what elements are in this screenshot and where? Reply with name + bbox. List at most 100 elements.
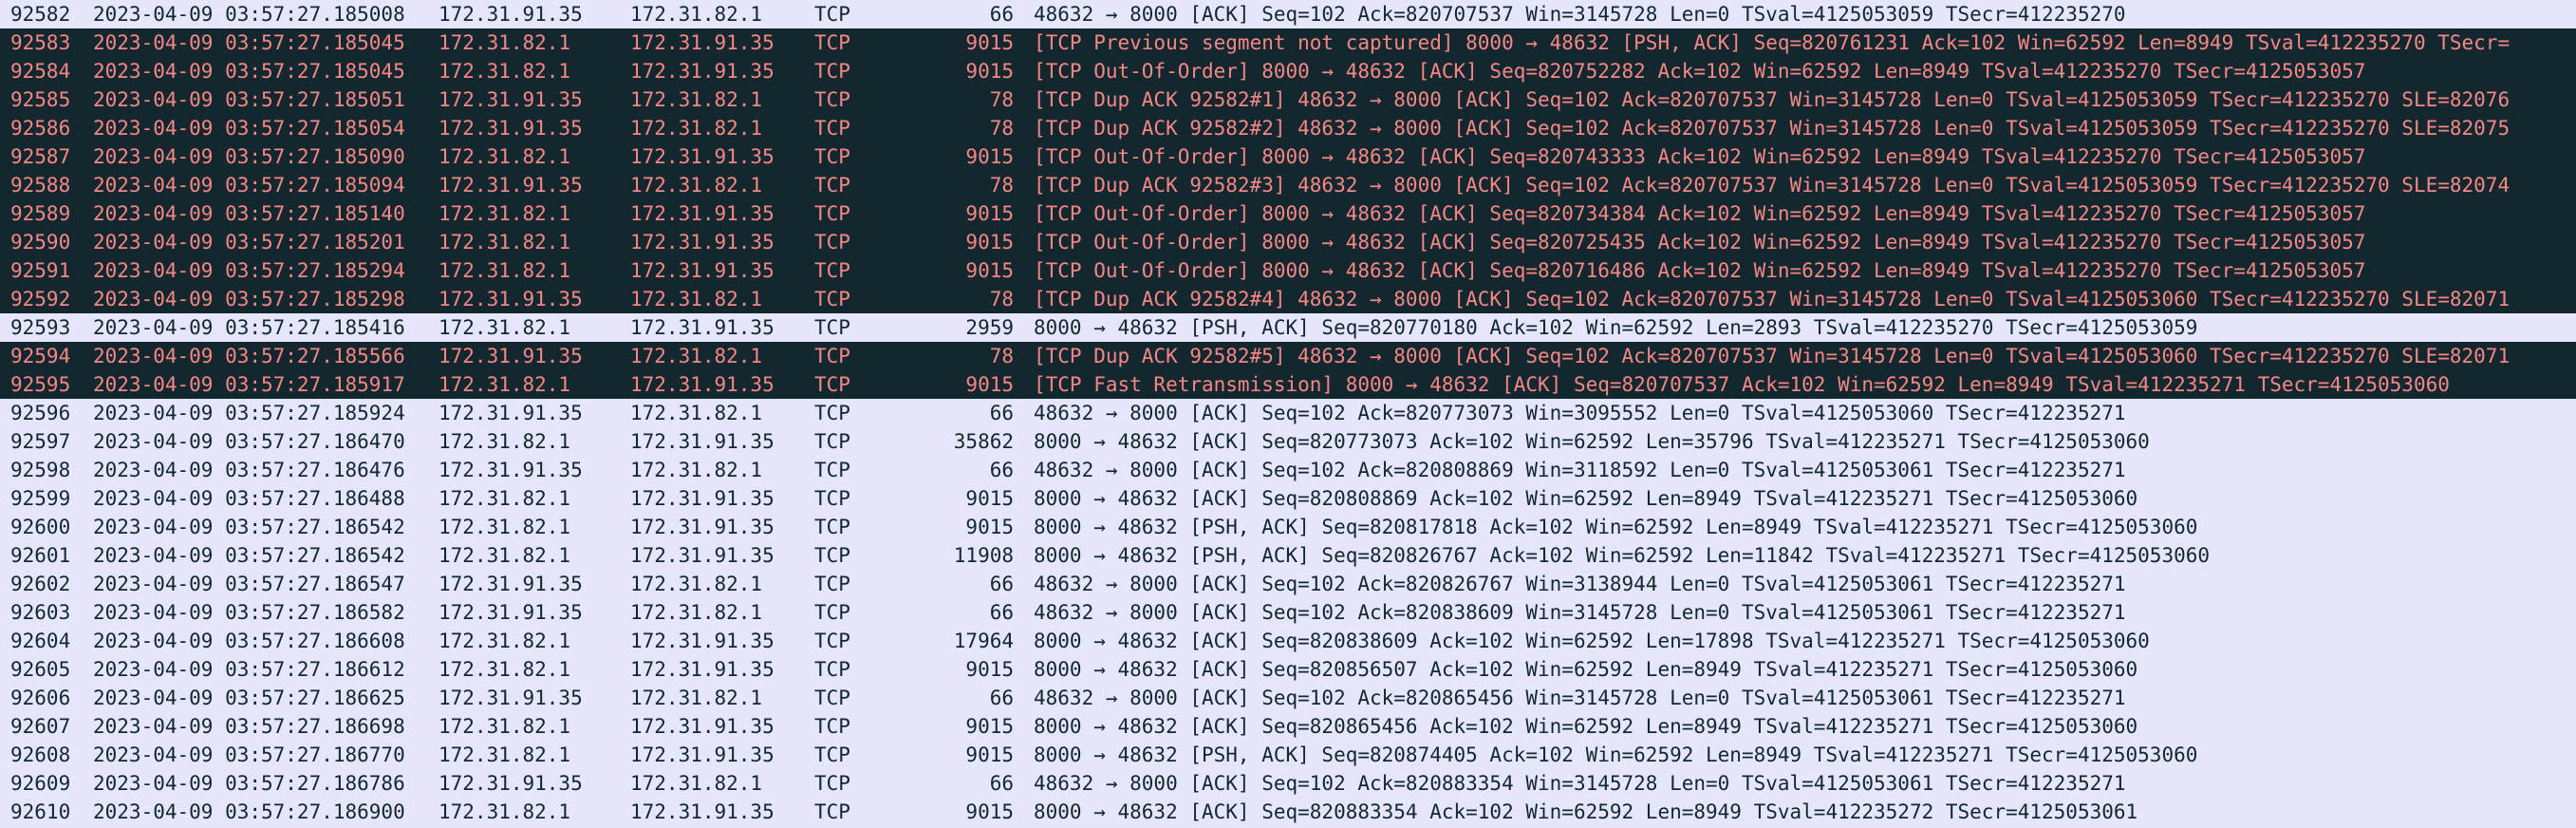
packet-number: 92597 xyxy=(10,430,71,453)
packet-row[interactable]: 92599 2023-04-09 03:57:27.186488 172.31.… xyxy=(0,484,2576,513)
packet-time: 2023-04-09 03:57:27.185416 xyxy=(93,316,405,339)
packet-number: 92608 xyxy=(10,743,71,766)
packet-time: 2023-04-09 03:57:27.185566 xyxy=(93,345,405,367)
packet-protocol: TCP xyxy=(814,288,850,310)
packet-row[interactable]: 92605 2023-04-09 03:57:27.186612 172.31.… xyxy=(0,655,2576,684)
packet-info: 8000 → 48632 [PSH, ACK] Seq=820817818 Ac… xyxy=(1034,516,2198,538)
packet-time: 2023-04-09 03:57:27.185051 xyxy=(93,88,405,111)
packet-row[interactable]: 92600 2023-04-09 03:57:27.186542 172.31.… xyxy=(0,513,2576,541)
packet-row[interactable]: 92596 2023-04-09 03:57:27.185924 172.31.… xyxy=(0,399,2576,427)
packet-row[interactable]: 92603 2023-04-09 03:57:27.186582 172.31.… xyxy=(0,598,2576,627)
packet-number: 92595 xyxy=(10,373,71,396)
packet-number: 92601 xyxy=(10,544,71,567)
packet-number: 92605 xyxy=(10,658,71,681)
packet-info: [TCP Fast Retransmission] 8000 → 48632 [… xyxy=(1034,373,2450,396)
packet-source: 172.31.82.1 xyxy=(439,430,571,453)
packet-protocol: TCP xyxy=(814,3,850,26)
packet-protocol: TCP xyxy=(814,630,850,652)
packet-protocol: TCP xyxy=(814,117,850,140)
packet-protocol: TCP xyxy=(814,31,850,54)
packet-number: 92586 xyxy=(10,117,71,140)
packet-length: 9015 xyxy=(965,259,1014,282)
packet-row[interactable]: 92609 2023-04-09 03:57:27.186786 172.31.… xyxy=(0,769,2576,798)
packet-row[interactable]: 92588 2023-04-09 03:57:27.185094 172.31.… xyxy=(0,171,2576,199)
packet-destination: 172.31.91.35 xyxy=(630,145,775,168)
packet-time: 2023-04-09 03:57:27.186470 xyxy=(93,430,405,453)
packet-row[interactable]: 92589 2023-04-09 03:57:27.185140 172.31.… xyxy=(0,199,2576,228)
packet-protocol: TCP xyxy=(814,487,850,510)
packet-length: 9015 xyxy=(965,202,1014,225)
packet-time: 2023-04-09 03:57:27.185008 xyxy=(93,3,405,26)
packet-time: 2023-04-09 03:57:27.185298 xyxy=(93,288,405,310)
packet-row[interactable]: 92597 2023-04-09 03:57:27.186470 172.31.… xyxy=(0,427,2576,456)
packet-row[interactable]: 92608 2023-04-09 03:57:27.186770 172.31.… xyxy=(0,741,2576,769)
packet-source: 172.31.82.1 xyxy=(439,31,571,54)
packet-list: 92582 2023-04-09 03:57:27.185008 172.31.… xyxy=(0,0,2576,828)
packet-time: 2023-04-09 03:57:27.185294 xyxy=(93,259,405,282)
packet-row[interactable]: 92595 2023-04-09 03:57:27.185917 172.31.… xyxy=(0,370,2576,399)
packet-destination: 172.31.91.35 xyxy=(630,487,775,510)
packet-time: 2023-04-09 03:57:27.186698 xyxy=(93,715,405,738)
packet-destination: 172.31.91.35 xyxy=(630,800,775,823)
packet-time: 2023-04-09 03:57:27.185917 xyxy=(93,373,405,396)
packet-length: 78 xyxy=(989,174,1014,197)
packet-row[interactable]: 92584 2023-04-09 03:57:27.185045 172.31.… xyxy=(0,57,2576,85)
packet-number: 92602 xyxy=(10,573,71,595)
packet-source: 172.31.82.1 xyxy=(439,715,571,738)
packet-row[interactable]: 92607 2023-04-09 03:57:27.186698 172.31.… xyxy=(0,712,2576,741)
packet-row[interactable]: 92586 2023-04-09 03:57:27.185054 172.31.… xyxy=(0,114,2576,142)
packet-row[interactable]: 92602 2023-04-09 03:57:27.186547 172.31.… xyxy=(0,570,2576,598)
packet-row[interactable]: 92610 2023-04-09 03:57:27.186900 172.31.… xyxy=(0,798,2576,826)
packet-protocol: TCP xyxy=(814,687,850,709)
packet-length: 9015 xyxy=(965,516,1014,538)
packet-protocol: TCP xyxy=(814,459,850,481)
packet-length: 78 xyxy=(989,288,1014,310)
packet-row[interactable]: 92601 2023-04-09 03:57:27.186542 172.31.… xyxy=(0,541,2576,570)
packet-destination: 172.31.82.1 xyxy=(630,345,763,367)
packet-length: 11908 xyxy=(953,544,1014,567)
packet-number: 92604 xyxy=(10,630,71,652)
packet-row[interactable]: 92593 2023-04-09 03:57:27.185416 172.31.… xyxy=(0,313,2576,342)
packet-protocol: TCP xyxy=(814,60,850,83)
packet-destination: 172.31.91.35 xyxy=(630,715,775,738)
packet-info: [TCP Out-Of-Order] 8000 → 48632 [ACK] Se… xyxy=(1034,60,2366,83)
packet-source: 172.31.82.1 xyxy=(439,800,571,823)
packet-destination: 172.31.91.35 xyxy=(630,202,775,225)
packet-protocol: TCP xyxy=(814,743,850,766)
packet-length: 9015 xyxy=(965,373,1014,396)
packet-destination: 172.31.82.1 xyxy=(630,601,763,624)
packet-row[interactable]: 92587 2023-04-09 03:57:27.185090 172.31.… xyxy=(0,142,2576,171)
packet-protocol: TCP xyxy=(814,430,850,453)
packet-length: 78 xyxy=(989,117,1014,140)
packet-protocol: TCP xyxy=(814,658,850,681)
packet-row[interactable]: 92598 2023-04-09 03:57:27.186476 172.31.… xyxy=(0,456,2576,484)
packet-row[interactable]: 92591 2023-04-09 03:57:27.185294 172.31.… xyxy=(0,256,2576,285)
packet-row[interactable]: 92592 2023-04-09 03:57:27.185298 172.31.… xyxy=(0,285,2576,313)
packet-destination: 172.31.82.1 xyxy=(630,117,763,140)
packet-length: 78 xyxy=(989,88,1014,111)
packet-time: 2023-04-09 03:57:27.186488 xyxy=(93,487,405,510)
packet-row[interactable]: 92582 2023-04-09 03:57:27.185008 172.31.… xyxy=(0,0,2576,28)
packet-source: 172.31.91.35 xyxy=(439,687,583,709)
packet-length: 78 xyxy=(989,345,1014,367)
packet-number: 92593 xyxy=(10,316,71,339)
packet-destination: 172.31.91.35 xyxy=(630,259,775,282)
packet-destination: 172.31.91.35 xyxy=(630,430,775,453)
packet-row[interactable]: 92583 2023-04-09 03:57:27.185045 172.31.… xyxy=(0,28,2576,57)
packet-row[interactable]: 92590 2023-04-09 03:57:27.185201 172.31.… xyxy=(0,228,2576,256)
packet-length: 35862 xyxy=(953,430,1014,453)
packet-source: 172.31.82.1 xyxy=(439,544,571,567)
packet-time: 2023-04-09 03:57:27.185140 xyxy=(93,202,405,225)
packet-row[interactable]: 92606 2023-04-09 03:57:27.186625 172.31.… xyxy=(0,684,2576,712)
packet-destination: 172.31.91.35 xyxy=(630,231,775,254)
packet-destination: 172.31.82.1 xyxy=(630,687,763,709)
packet-row[interactable]: 92585 2023-04-09 03:57:27.185051 172.31.… xyxy=(0,85,2576,114)
packet-row[interactable]: 92604 2023-04-09 03:57:27.186608 172.31.… xyxy=(0,627,2576,655)
packet-protocol: TCP xyxy=(814,145,850,168)
packet-row[interactable]: 92594 2023-04-09 03:57:27.185566 172.31.… xyxy=(0,342,2576,370)
packet-protocol: TCP xyxy=(814,231,850,254)
packet-source: 172.31.91.35 xyxy=(439,3,583,26)
packet-source: 172.31.82.1 xyxy=(439,373,571,396)
packet-time: 2023-04-09 03:57:27.186547 xyxy=(93,573,405,595)
packet-time: 2023-04-09 03:57:27.186786 xyxy=(93,772,405,795)
